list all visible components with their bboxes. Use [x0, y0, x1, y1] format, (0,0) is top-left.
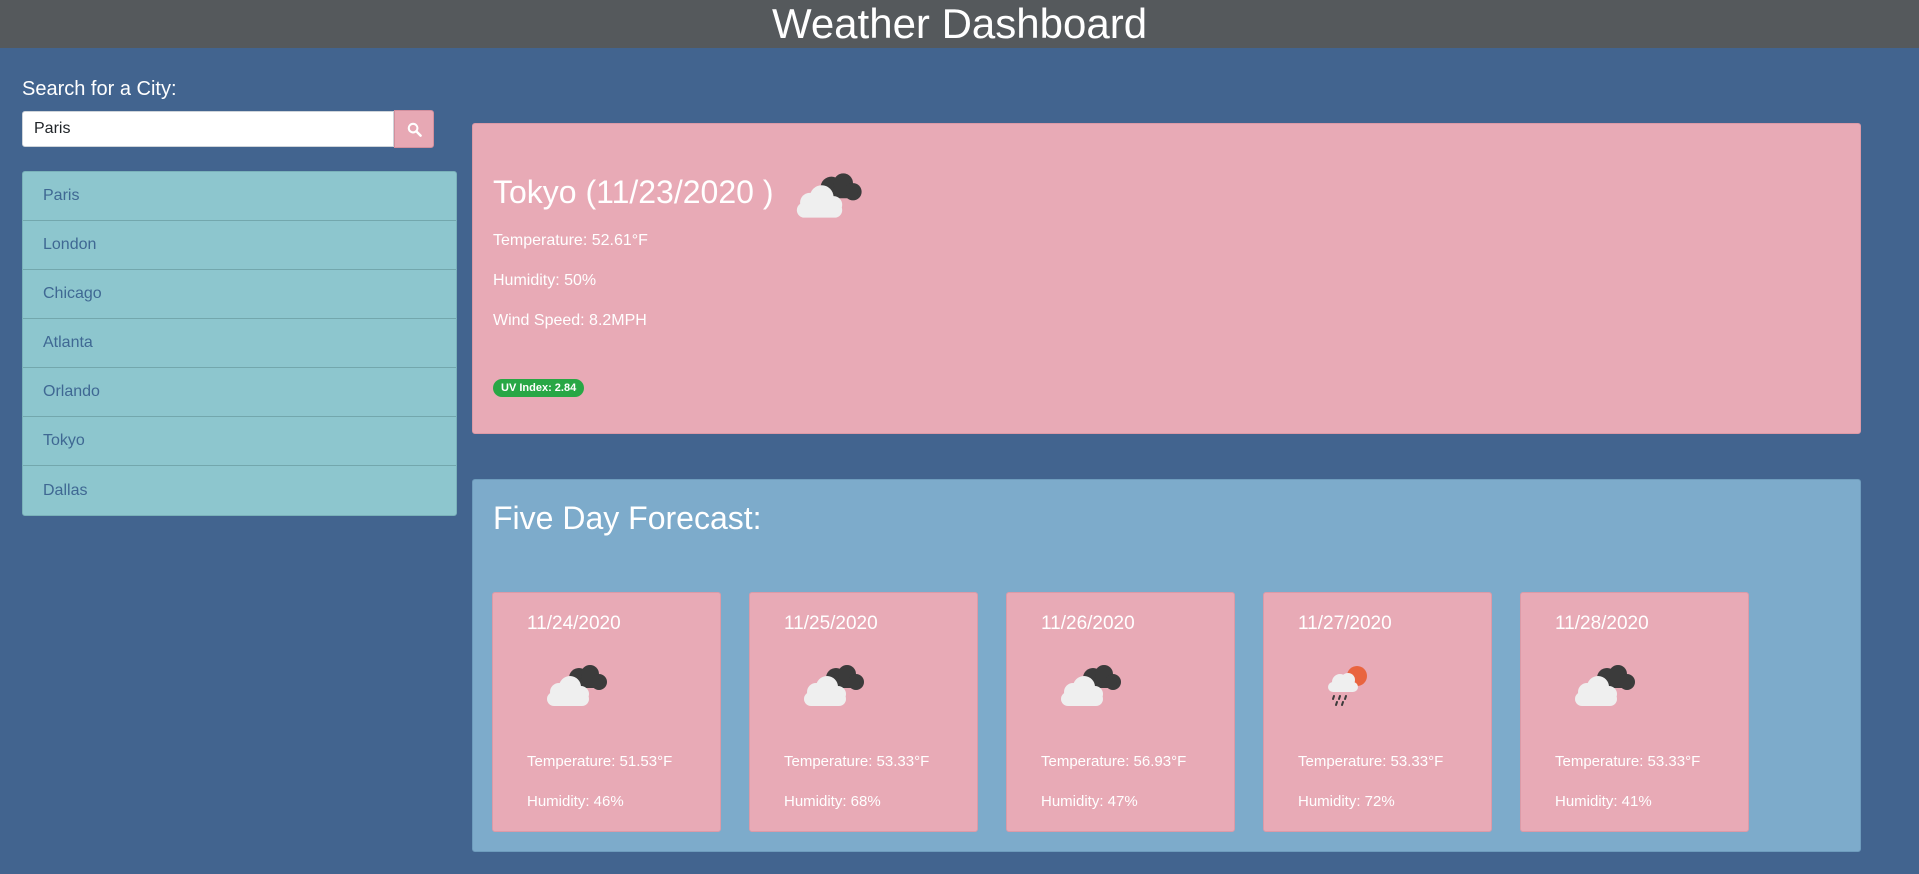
current-city-title: Tokyo (11/23/2020 ) [493, 174, 774, 210]
forecast-date: 11/28/2020 [1555, 613, 1649, 634]
forecast-humidity: Humidity: 47% [1041, 793, 1138, 810]
forecast-humidity: Humidity: 68% [784, 793, 881, 810]
forecast-humidity: Humidity: 46% [527, 793, 624, 810]
forecast-humidity: Humidity: 72% [1298, 793, 1395, 810]
forecast-card: 11/28/2020 Temperature: 53.33°F Humidity… [1520, 592, 1749, 832]
forecast-title: Five Day Forecast: [493, 500, 762, 536]
current-temperature: Temperature: 52.61°F [493, 232, 648, 249]
header-bar: Weather Dashboard [0, 0, 1919, 48]
uv-index-badge: UV Index: 2.84 [493, 379, 585, 397]
forecast-date: 11/24/2020 [527, 613, 621, 634]
search-button[interactable] [394, 110, 434, 148]
current-wind-speed: Wind Speed: 8.2MPH [493, 312, 647, 329]
city-item-dallas[interactable]: Dallas [23, 466, 456, 515]
forecast-date: 11/27/2020 [1298, 613, 1392, 634]
city-item-paris[interactable]: Paris [23, 172, 456, 221]
city-item-tokyo[interactable]: Tokyo [23, 417, 456, 466]
forecast-temperature: Temperature: 56.93°F [1041, 753, 1187, 770]
forecast-card: 11/24/2020 Temperature: 51.53°F Humidity… [492, 592, 721, 832]
current-humidity: Humidity: 50% [493, 272, 597, 289]
city-item-chicago[interactable]: Chicago [23, 270, 456, 319]
forecast-date: 11/25/2020 [784, 613, 878, 634]
broken-clouds-icon [796, 173, 862, 218]
search-icon [407, 122, 422, 137]
city-item-london[interactable]: London [23, 221, 456, 270]
city-item-orlando[interactable]: Orlando [23, 368, 456, 417]
broken-clouds-icon [1061, 665, 1121, 706]
broken-clouds-icon [1575, 665, 1635, 706]
rain-sun-icon [1328, 666, 1367, 706]
forecast-temperature: Temperature: 53.33°F [784, 753, 930, 770]
page-title: Weather Dashboard [771, 0, 1148, 47]
search-history-list: Paris London Chicago Atlanta Orlando Tok… [22, 171, 457, 516]
forecast-humidity: Humidity: 41% [1555, 793, 1652, 810]
forecast-panel: Five Day Forecast: 11/24/2020 Temperatur… [472, 479, 1861, 852]
search-form [22, 110, 434, 148]
broken-clouds-icon [547, 665, 607, 706]
broken-clouds-icon [804, 665, 864, 706]
search-label: Search for a City: [22, 78, 177, 100]
current-weather-card: Tokyo (11/23/2020 ) Temperature: 52.61°F… [472, 123, 1861, 434]
forecast-temperature: Temperature: 53.33°F [1555, 753, 1701, 770]
city-item-atlanta[interactable]: Atlanta [23, 319, 456, 368]
search-input[interactable] [22, 111, 394, 147]
forecast-card: 11/27/2020 Temperature: 53.33°F Humidity… [1263, 592, 1492, 832]
forecast-date: 11/26/2020 [1041, 613, 1135, 634]
forecast-card: 11/26/2020 Temperature: 56.93°F Humidity… [1006, 592, 1235, 832]
forecast-temperature: Temperature: 51.53°F [527, 753, 673, 770]
forecast-temperature: Temperature: 53.33°F [1298, 753, 1444, 770]
forecast-card: 11/25/2020 Temperature: 53.33°F Humidity… [749, 592, 978, 832]
